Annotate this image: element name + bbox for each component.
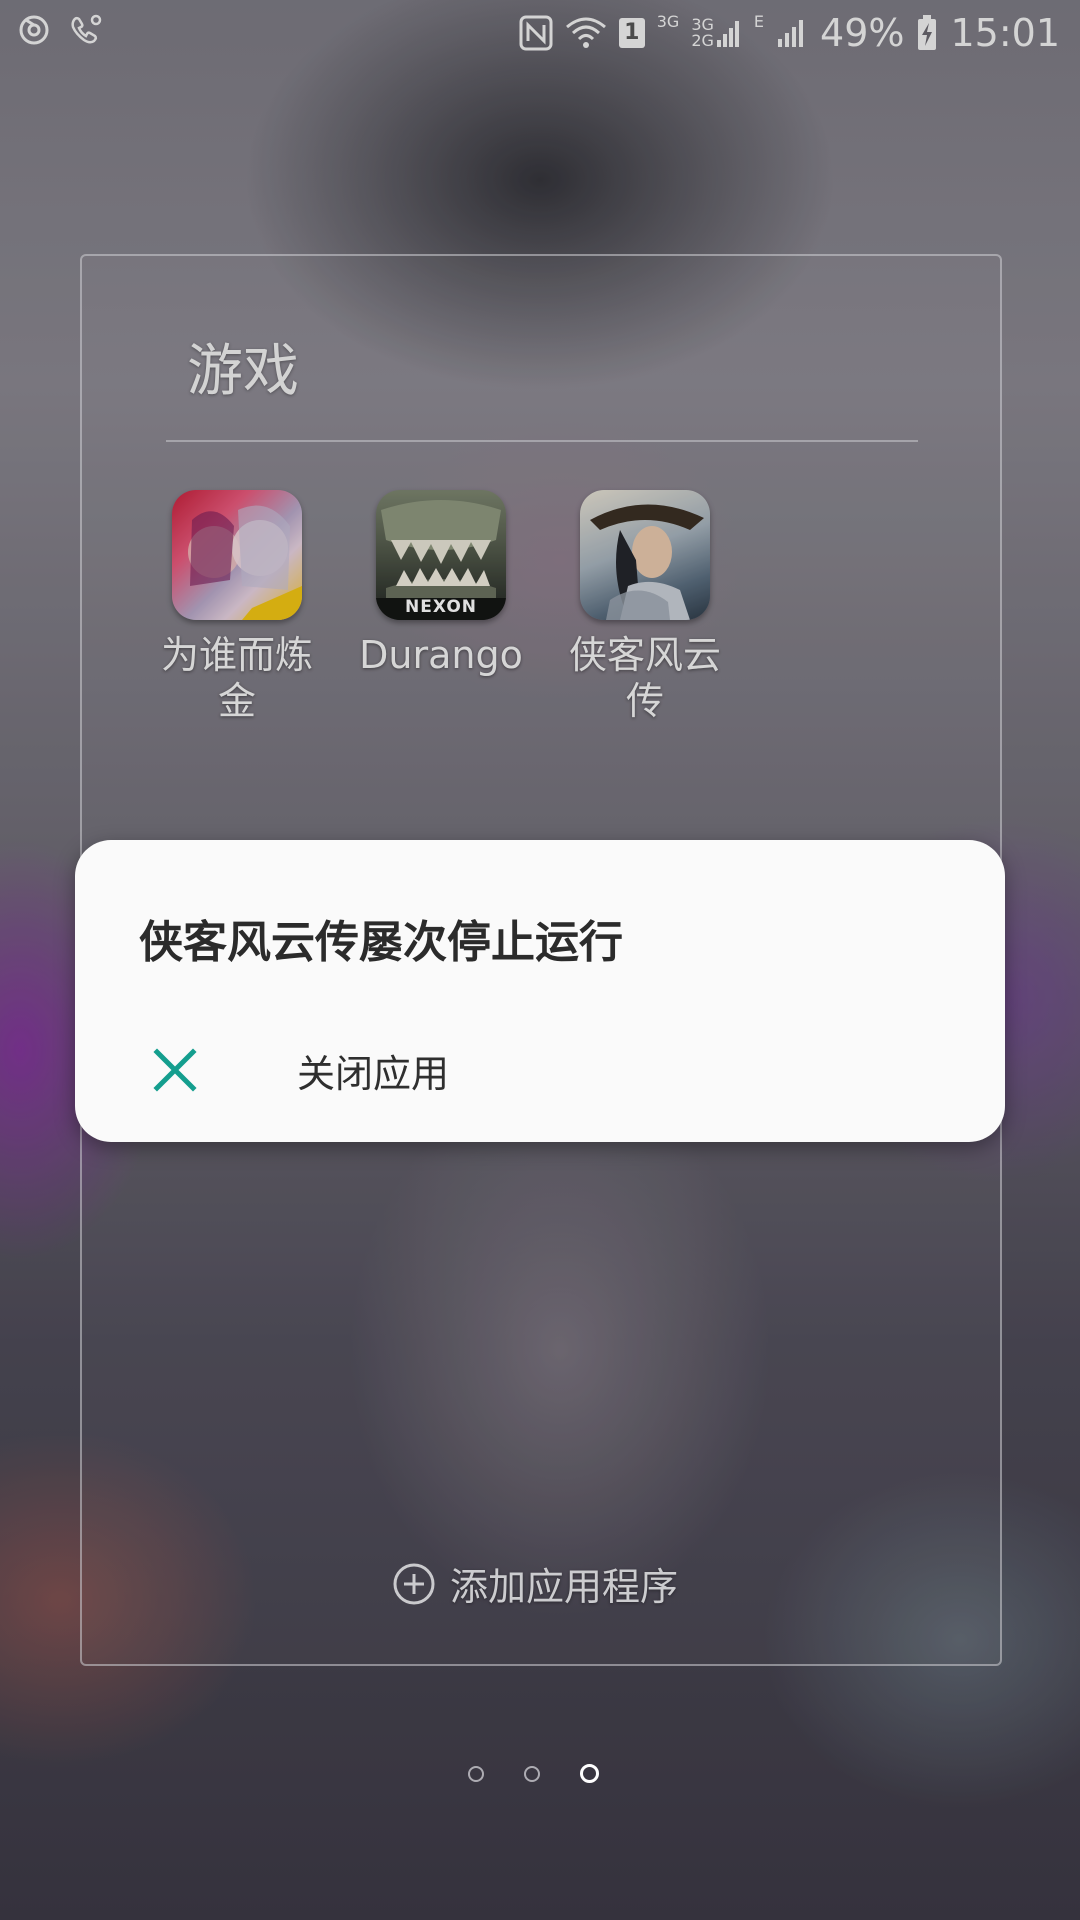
close-app-button[interactable]: 关闭应用 (123, 1022, 957, 1118)
page-indicator (468, 1764, 599, 1783)
page-dot-2[interactable] (524, 1765, 540, 1782)
page-dot-3-active[interactable] (580, 1764, 599, 1783)
dialog-title: 侠客风云传屡次停止运行 (139, 917, 623, 968)
close-app-label: 关闭应用 (297, 1051, 450, 1096)
close-icon (153, 1048, 197, 1092)
app-crash-dialog: 侠客风云传屡次停止运行 关闭应用 (75, 840, 1005, 1142)
page-dot-1[interactable] (468, 1765, 484, 1782)
